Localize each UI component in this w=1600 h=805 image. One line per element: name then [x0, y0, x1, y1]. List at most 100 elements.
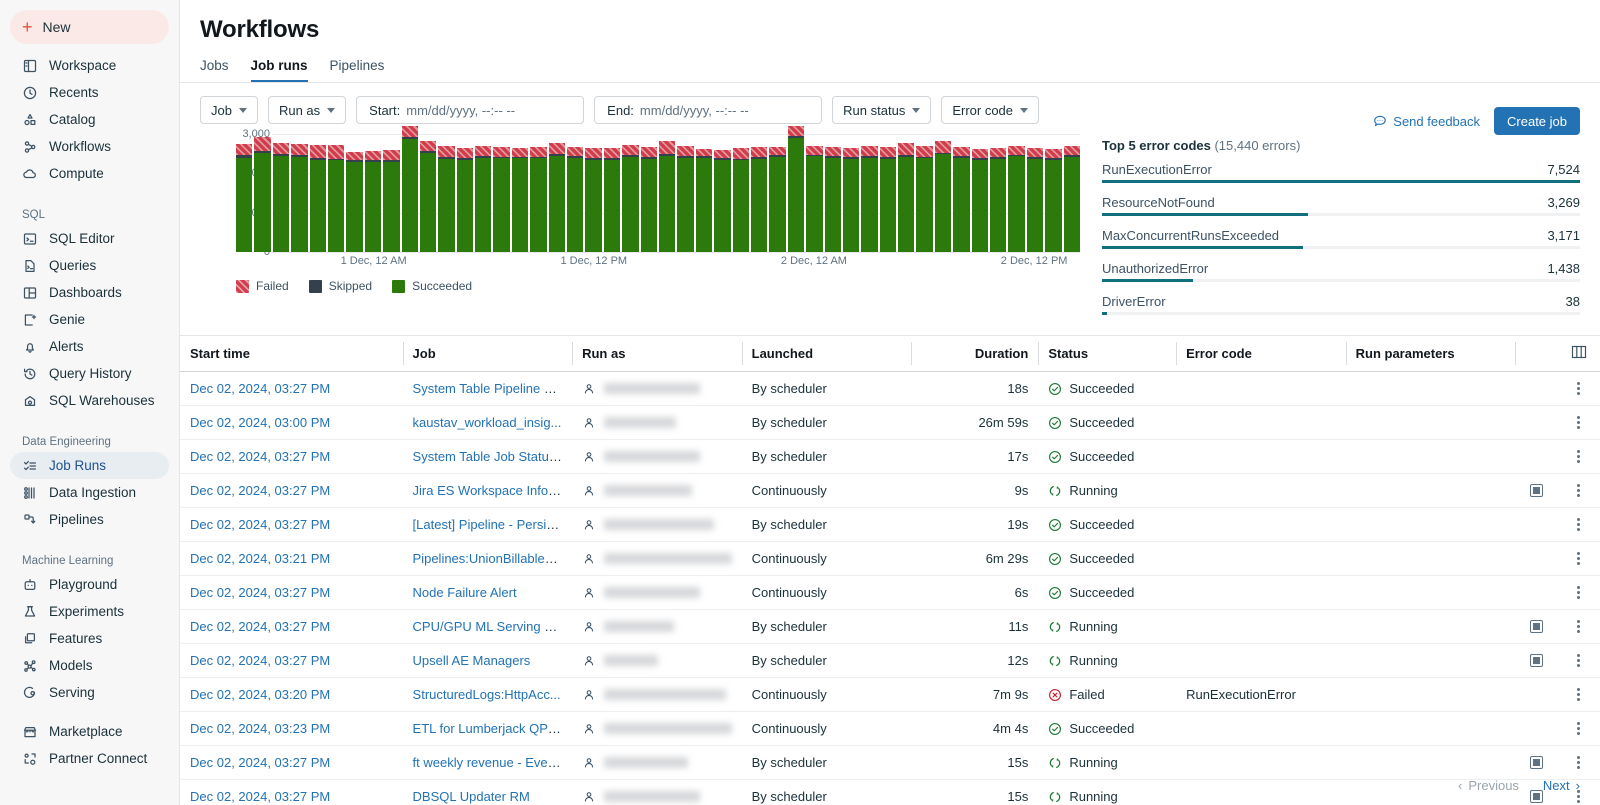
start-time-link[interactable]: Dec 02, 2024, 03:00 PM [190, 415, 330, 430]
end-date-input[interactable]: End: mm/dd/yyyy, --:-- -- [594, 96, 822, 124]
sidebar-item-genie[interactable]: Genie [10, 306, 169, 333]
run-status-filter[interactable]: Run status [832, 96, 931, 124]
sidebar-item-job-runs[interactable]: Job Runs [10, 452, 169, 479]
column-settings-header[interactable] [1558, 336, 1600, 372]
column-header-run-parameters[interactable]: Run parameters [1346, 336, 1516, 372]
job-link[interactable]: kaustav_workload_insig... [413, 415, 562, 430]
start-time-link[interactable]: Dec 02, 2024, 03:21 PM [190, 551, 330, 566]
table-row[interactable]: Dec 02, 2024, 03:27 PM Jira ES Workspace … [180, 474, 1600, 508]
sidebar-item-playground[interactable]: Playground [10, 571, 169, 598]
job-link[interactable]: System Table Job Status... [413, 449, 567, 464]
job-link[interactable]: StructuredLogs:HttpAcc... [413, 687, 561, 702]
column-header-error-code[interactable]: Error code [1176, 336, 1346, 372]
sidebar-item-query-history[interactable]: Query History [10, 360, 169, 387]
tab-pipelines[interactable]: Pipelines [330, 58, 385, 82]
start-time-link[interactable]: Dec 02, 2024, 03:27 PM [190, 755, 330, 770]
row-menu-button[interactable] [1568, 722, 1590, 735]
new-button[interactable]: + New [10, 10, 169, 44]
job-link[interactable]: [Latest] Pipeline - Persis... [413, 517, 564, 532]
table-row[interactable]: Dec 02, 2024, 03:27 PM System Table Pipel… [180, 372, 1600, 406]
stop-run-button[interactable] [1531, 757, 1542, 768]
row-menu-button[interactable] [1568, 450, 1590, 463]
start-time-link[interactable]: Dec 02, 2024, 03:27 PM [190, 449, 330, 464]
table-row[interactable]: Dec 02, 2024, 03:00 PM kaustav_workload_i… [180, 406, 1600, 440]
sidebar-item-data-ingestion[interactable]: Data Ingestion [10, 479, 169, 506]
stop-run-button[interactable] [1531, 485, 1542, 496]
column-header-start-time[interactable]: Start time [180, 336, 403, 372]
run-as-filter[interactable]: Run as [268, 96, 346, 124]
row-menu-button[interactable] [1568, 552, 1590, 565]
table-row[interactable]: Dec 02, 2024, 03:27 PM [Latest] Pipeline … [180, 508, 1600, 542]
legend-item-succeeded[interactable]: Succeeded [392, 279, 472, 293]
table-row[interactable]: Dec 02, 2024, 03:27 PM CPU/GPU ML Serving… [180, 610, 1600, 644]
tab-jobs[interactable]: Jobs [200, 58, 229, 82]
job-link[interactable]: Pipelines:UnionBillableU... [413, 551, 565, 566]
sidebar-item-catalog[interactable]: Catalog [10, 106, 169, 133]
column-header-status[interactable]: Status [1038, 336, 1176, 372]
table-row[interactable]: Dec 02, 2024, 03:27 PM ft weekly revenue … [180, 746, 1600, 780]
job-link[interactable]: Node Failure Alert [413, 585, 517, 600]
sidebar-item-partner-connect[interactable]: Partner Connect [10, 745, 169, 772]
sidebar-item-features[interactable]: Features [10, 625, 169, 652]
job-link[interactable]: Upsell AE Managers [413, 653, 531, 668]
sidebar-item-sql-warehouses[interactable]: SQL Warehouses [10, 387, 169, 414]
next-page-button[interactable]: Next › [1543, 778, 1580, 793]
job-link[interactable]: System Table Pipeline St... [413, 381, 567, 396]
start-time-link[interactable]: Dec 02, 2024, 03:27 PM [190, 585, 330, 600]
table-row[interactable]: Dec 02, 2024, 03:21 PM Pipelines:UnionBil… [180, 542, 1600, 576]
sidebar-item-models[interactable]: Models [10, 652, 169, 679]
job-link[interactable]: DBSQL Updater RM [413, 789, 530, 804]
start-time-link[interactable]: Dec 02, 2024, 03:23 PM [190, 721, 330, 736]
start-time-link[interactable]: Dec 02, 2024, 03:20 PM [190, 687, 330, 702]
sidebar-item-queries[interactable]: Queries [10, 252, 169, 279]
start-time-link[interactable]: Dec 02, 2024, 03:27 PM [190, 789, 330, 804]
sidebar-item-compute[interactable]: Compute [10, 160, 169, 187]
table-row[interactable]: Dec 02, 2024, 03:27 PM Node Failure Alert… [180, 576, 1600, 610]
sidebar-item-workflows[interactable]: Workflows [10, 133, 169, 160]
table-row[interactable]: Dec 02, 2024, 03:27 PMDBSQL Updater RMBy… [180, 780, 1600, 805]
table-row[interactable]: Dec 02, 2024, 03:27 PM Upsell AE Managers… [180, 644, 1600, 678]
sidebar-item-recents[interactable]: Recents [10, 79, 169, 106]
row-menu-button[interactable] [1568, 416, 1590, 429]
sidebar-item-dashboards[interactable]: Dashboards [10, 279, 169, 306]
stop-run-button[interactable] [1531, 621, 1542, 632]
column-header-run-as[interactable]: Run as [572, 336, 742, 372]
sidebar-item-alerts[interactable]: Alerts [10, 333, 169, 360]
send-feedback-button[interactable]: Send feedback [1373, 114, 1480, 129]
start-time-link[interactable]: Dec 02, 2024, 03:27 PM [190, 483, 330, 498]
table-row[interactable]: Dec 02, 2024, 03:20 PM StructuredLogs:Htt… [180, 678, 1600, 712]
legend-item-skipped[interactable]: Skipped [309, 279, 372, 293]
sidebar-item-serving[interactable]: Serving [10, 679, 169, 706]
start-time-link[interactable]: Dec 02, 2024, 03:27 PM [190, 517, 330, 532]
row-menu-button[interactable] [1568, 382, 1590, 395]
start-time-link[interactable]: Dec 02, 2024, 03:27 PM [190, 619, 330, 634]
row-menu-button[interactable] [1568, 620, 1590, 633]
row-menu-button[interactable] [1568, 688, 1590, 701]
tab-job-runs[interactable]: Job runs [251, 58, 308, 82]
table-row[interactable]: Dec 02, 2024, 03:23 PM ETL for Lumberjack… [180, 712, 1600, 746]
row-menu-button[interactable] [1568, 484, 1590, 497]
column-header-job[interactable]: Job [403, 336, 573, 372]
start-time-link[interactable]: Dec 02, 2024, 03:27 PM [190, 653, 330, 668]
sidebar-item-marketplace[interactable]: Marketplace [10, 718, 169, 745]
row-menu-button[interactable] [1568, 518, 1590, 531]
legend-item-failed[interactable]: Failed [236, 279, 289, 293]
column-header-duration[interactable]: Duration [911, 336, 1038, 372]
sidebar-item-sql-editor[interactable]: SQL Editor [10, 225, 169, 252]
create-job-button[interactable]: Create job [1494, 107, 1580, 135]
job-link[interactable]: ft weekly revenue - Ever... [413, 755, 563, 770]
row-menu-button[interactable] [1568, 654, 1590, 667]
stop-run-button[interactable] [1531, 655, 1542, 666]
error-code-filter[interactable]: Error code [941, 96, 1039, 124]
previous-page-button[interactable]: ‹ Previous [1458, 778, 1519, 793]
column-header-launched[interactable]: Launched [742, 336, 912, 372]
job-link[interactable]: Jira ES Workspace Info ... [413, 483, 563, 498]
table-row[interactable]: Dec 02, 2024, 03:27 PM System Table Job S… [180, 440, 1600, 474]
start-time-link[interactable]: Dec 02, 2024, 03:27 PM [190, 381, 330, 396]
job-filter[interactable]: Job [200, 96, 258, 124]
sidebar-item-experiments[interactable]: Experiments [10, 598, 169, 625]
start-date-input[interactable]: Start: mm/dd/yyyy, --:-- -- [356, 96, 584, 124]
job-link[interactable]: ETL for Lumberjack QPL... [413, 721, 566, 736]
sidebar-item-workspace[interactable]: Workspace [10, 52, 169, 79]
job-link[interactable]: CPU/GPU ML Serving po... [413, 619, 570, 634]
